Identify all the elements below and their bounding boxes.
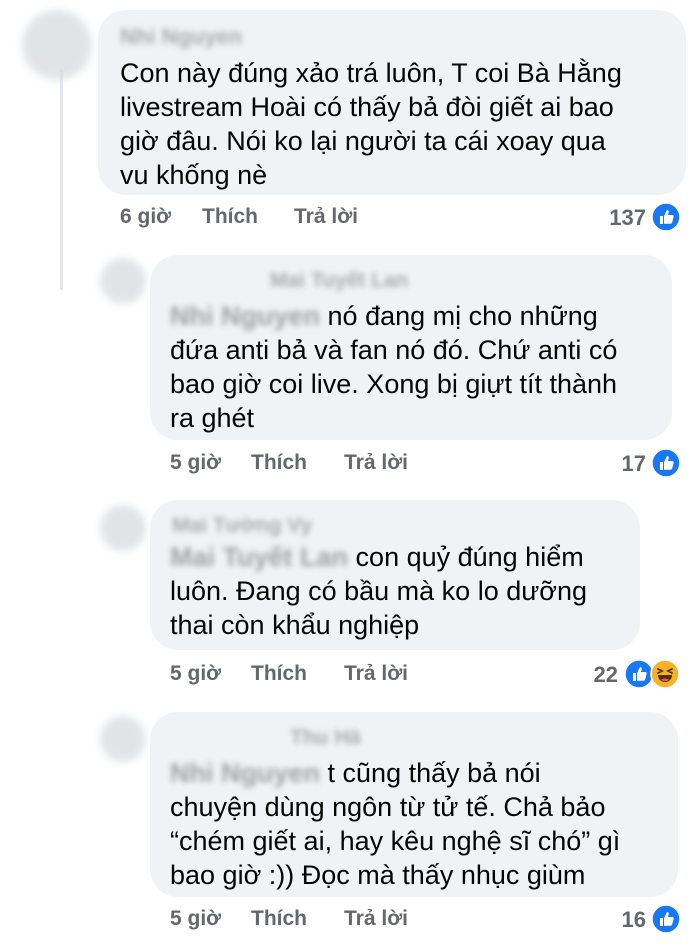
avatar[interactable] — [100, 258, 146, 304]
comment-text-line: đứa anti bả và fan nó đó. Chứ anti có — [170, 335, 618, 365]
comment-text-line: nó đang mị cho những — [327, 301, 598, 331]
reply-button[interactable]: Trả lời — [294, 205, 358, 229]
comment-bubble: Mai Tuyết Lan Nhi Nguyen nó đang mị cho … — [150, 255, 672, 440]
like-icon — [651, 448, 681, 478]
comment-time[interactable]: 5 giờ — [170, 451, 221, 475]
reactions-count[interactable]: 137 — [590, 205, 646, 231]
comment-author[interactable]: Mai Tuyết Lan — [270, 269, 408, 293]
comment-text-line: con quỷ đúng hiểm — [355, 542, 584, 572]
reply-button[interactable]: Trả lời — [344, 907, 408, 931]
comment-time[interactable]: 6 giờ — [120, 205, 171, 229]
comment-time[interactable]: 5 giờ — [170, 662, 221, 686]
like-button[interactable]: Thích — [251, 451, 307, 475]
reply-button[interactable]: Trả lời — [344, 662, 408, 686]
avatar[interactable] — [22, 10, 92, 80]
thread-line — [60, 70, 63, 290]
comment-author[interactable]: Nhi Nguyen — [120, 24, 242, 50]
comment-text-line: livestream Hoài có thấy bả đòi giết ai b… — [120, 92, 614, 122]
comment-text: Mai Tuyết Lan con quỷ đúng hiểm luôn. Đa… — [170, 540, 587, 642]
comment-text: Con này đúng xảo trá luôn, T coi Bà Hằng… — [120, 56, 622, 192]
comment-text-line: “chém giết ai, hay kêu nghệ sĩ chó” gì — [170, 826, 621, 856]
comment-text-line: bao giờ :)) Đọc mà thấy nhục giùm — [170, 860, 586, 890]
like-icon — [651, 202, 681, 232]
comment-text-line: luôn. Đang có bầu mà ko lo dưỡng — [170, 576, 588, 606]
comment-bubble: Nhi Nguyen Con này đúng xảo trá luôn, T … — [98, 10, 686, 195]
reactions-count[interactable]: 16 — [600, 907, 646, 933]
reactions-count[interactable]: 17 — [600, 451, 646, 477]
comment-text-line: giờ đâu. Nói ko lại người ta cái xoay qu… — [120, 126, 606, 156]
haha-icon — [650, 659, 680, 689]
comment-bubble: Mai Tường Vy Mai Tuyết Lan con quỷ đúng … — [150, 500, 640, 650]
comment-text: Nhi Nguyen t cũng thấy bả nói chuyện dùn… — [170, 756, 620, 892]
comment-time[interactable]: 5 giờ — [170, 907, 221, 931]
comment-text-line: thai còn khẩu nghiệp — [170, 610, 420, 640]
comment-author[interactable]: Mai Tường Vy — [172, 514, 312, 538]
comment-text-line: vu khống nè — [120, 160, 268, 190]
like-button[interactable]: Thích — [251, 662, 307, 686]
comment-bubble: Thu Hà Nhi Nguyen t cũng thấy bả nói chu… — [150, 712, 678, 897]
mention-tag[interactable]: Nhi Nguyen — [170, 758, 320, 788]
comment-text-line: t cũng thấy bả nói — [327, 758, 541, 788]
reactions-count[interactable]: 22 — [570, 662, 618, 688]
reply-button[interactable]: Trả lời — [344, 451, 408, 475]
like-icon — [651, 904, 681, 934]
comment-text-line: bao giờ coi live. Xong bị giựt tít thành — [170, 369, 618, 399]
comment-text: Nhi Nguyen nó đang mị cho những đứa anti… — [170, 299, 617, 435]
comment-text-line: Con này đúng xảo trá luôn, T coi Bà Hằng — [120, 58, 622, 88]
avatar[interactable] — [100, 716, 146, 762]
like-button[interactable]: Thích — [202, 205, 258, 229]
avatar[interactable] — [100, 505, 146, 551]
comment-author[interactable]: Thu Hà — [290, 726, 361, 750]
comment-text-line: ra ghét — [170, 403, 255, 433]
comment-text-line: chuyện dùng ngôn từ tử tế. Chả bảo — [170, 792, 606, 822]
like-button[interactable]: Thích — [251, 907, 307, 931]
mention-tag[interactable]: Mai Tuyết Lan — [170, 542, 348, 572]
mention-tag[interactable]: Nhi Nguyen — [170, 301, 320, 331]
